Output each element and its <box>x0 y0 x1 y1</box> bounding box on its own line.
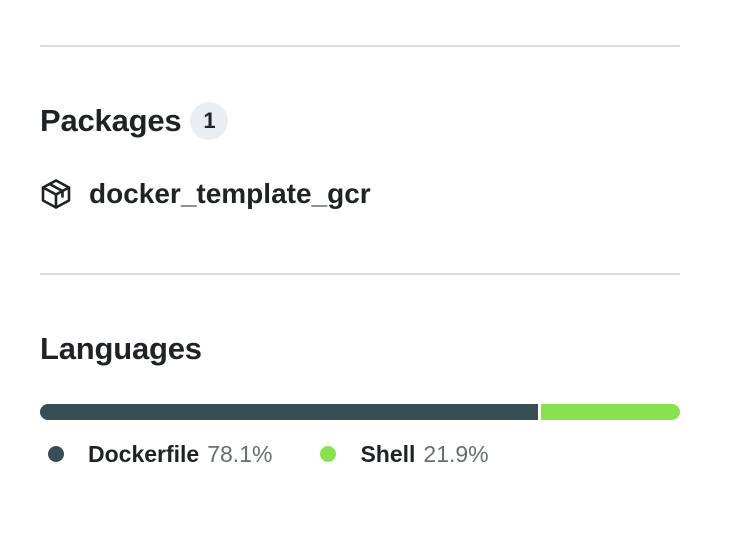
language-percent: 78.1% <box>207 440 273 467</box>
language-bar-segment-shell[interactable] <box>540 404 680 420</box>
language-color-dot <box>48 446 64 462</box>
packages-heading: Packages 1 <box>40 101 229 141</box>
language-percent: 21.9% <box>423 440 489 467</box>
languages-title: Languages <box>40 331 202 366</box>
language-color-dot <box>320 446 337 462</box>
language-bar-segment-dockerfile[interactable] <box>40 404 538 420</box>
package-icon <box>40 178 72 210</box>
language-name: Shell <box>360 440 416 467</box>
section-divider <box>40 273 680 275</box>
section-divider <box>40 45 680 47</box>
packages-count-badge: 1 <box>190 102 229 140</box>
languages-heading: Languages <box>40 329 202 369</box>
packages-title[interactable]: Packages <box>40 101 182 141</box>
language-name: Dockerfile <box>88 440 200 467</box>
package-name: docker_template_gcr <box>89 178 371 209</box>
language-progress-bar <box>40 404 680 420</box>
language-item-shell[interactable]: Shell 21.9% <box>320 440 489 468</box>
package-link-docker-template-gcr[interactable]: docker_template_gcr <box>40 174 371 214</box>
language-item-dockerfile[interactable]: Dockerfile 78.1% <box>48 441 272 468</box>
language-list: Dockerfile 78.1% Shell 21.9% <box>48 436 537 472</box>
